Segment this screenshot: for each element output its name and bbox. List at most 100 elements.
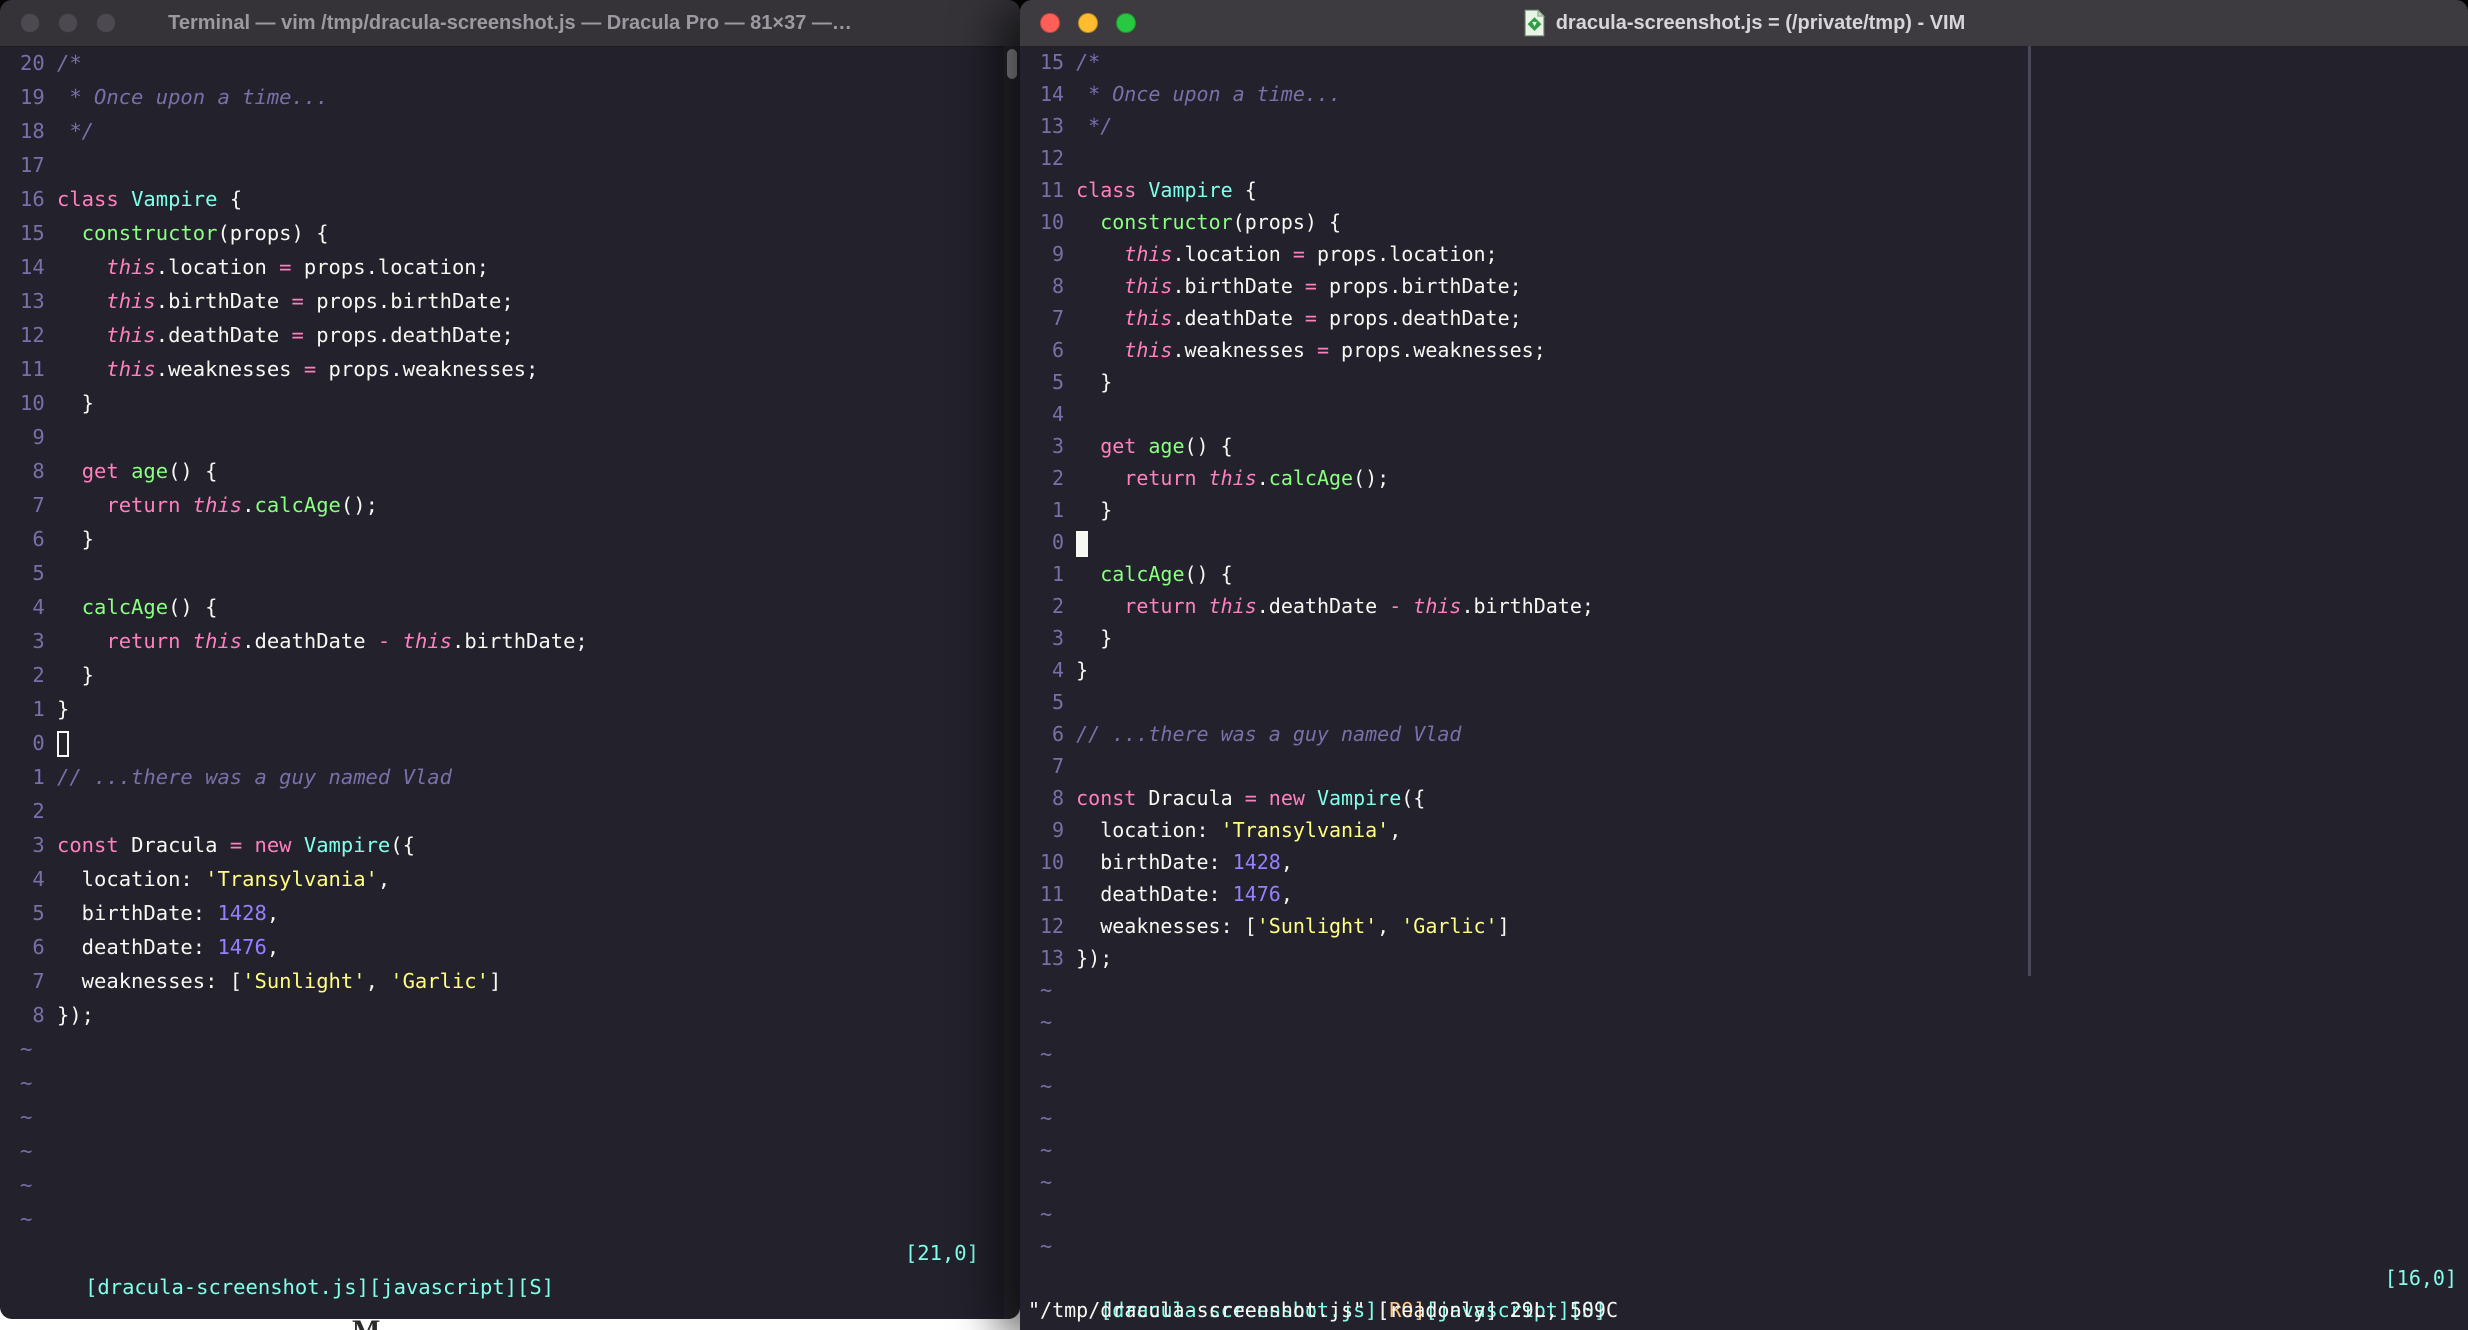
code-line: 6// ...there was a guy named Vlad: [1040, 718, 2468, 750]
window-controls: [20, 13, 116, 33]
tilde-line: ~: [1040, 1106, 1053, 1130]
line-number: 14: [20, 255, 45, 279]
code-line: 0: [20, 726, 1024, 760]
code-line: 14 this.location = props.location;: [20, 250, 1024, 284]
code-line: 17: [20, 148, 1024, 182]
line-number: 7: [32, 493, 45, 517]
line-number: 8: [1052, 786, 1065, 810]
line-number: 5: [1052, 370, 1065, 394]
line-number: 1: [32, 697, 45, 721]
right-vim-window: dracula-screenshot.js = (/private/tmp) -…: [1020, 0, 2468, 1330]
close-button[interactable]: [1040, 13, 1060, 33]
right-command-line: "/tmp/dracula-screenshot.js" [readonly] …: [1028, 1298, 1619, 1322]
code-line: 20/*: [20, 46, 1024, 80]
code-line: 12 this.deathDate = props.deathDate;: [20, 318, 1024, 352]
tilde-line: ~: [20, 1207, 33, 1231]
line-number: 17: [20, 153, 45, 177]
code-line: 9 location: 'Transylvania',: [1040, 814, 2468, 846]
line-number: 10: [1040, 210, 1065, 234]
line-number: 4: [32, 595, 45, 619]
line-number: 11: [1040, 178, 1065, 202]
left-code-area[interactable]: 20/* 19 * Once upon a time... 18 */17 16 cla…: [0, 46, 1024, 1236]
line-number: 9: [1052, 242, 1065, 266]
line-number: 3: [32, 629, 45, 653]
tilde-line: ~: [1040, 1170, 1053, 1194]
code-line: 14 * Once upon a time...: [1040, 78, 2468, 110]
code-line: 3 return this.deathDate - this.birthDate…: [20, 624, 1024, 658]
code-line: 7 return this.calcAge();: [20, 488, 1024, 522]
code-line: 12 weaknesses: ['Sunlight', 'Garlic']: [1040, 910, 2468, 942]
code-line: 16 class Vampire {: [20, 182, 1024, 216]
window-title: Terminal — vim /tmp/dracula-screenshot.j…: [168, 11, 852, 34]
left-statusline: [dracula-screenshot.js][javascript][S] […: [0, 1236, 1020, 1299]
line-number: 14: [1040, 82, 1065, 106]
right-window-titlebar[interactable]: dracula-screenshot.js = (/private/tmp) -…: [1020, 0, 2468, 47]
code-line: 2 }: [20, 658, 1024, 692]
left-window-titlebar[interactable]: Terminal — vim /tmp/dracula-screenshot.j…: [0, 0, 1020, 47]
scrollbar-thumb[interactable]: [1007, 49, 1017, 79]
tilde-line: ~: [20, 1037, 33, 1061]
line-number: 4: [1052, 402, 1065, 426]
code-line: 4 location: 'Transylvania',: [20, 862, 1024, 896]
line-number: 2: [32, 663, 45, 687]
line-number: 15: [1040, 50, 1065, 74]
line-number: 8: [32, 459, 45, 483]
left-scrollbar[interactable]: [1004, 46, 1020, 1319]
code-line: 5: [20, 556, 1024, 590]
tilde-line: ~: [1040, 1234, 1053, 1258]
line-number: 9: [32, 425, 45, 449]
code-line: 15/*: [1040, 46, 2468, 78]
code-line: 6 deathDate: 1476,: [20, 930, 1024, 964]
line-number: 3: [1052, 626, 1065, 650]
line-number: 3: [1052, 434, 1065, 458]
code-line: 1 calcAge() {: [1040, 558, 2468, 590]
code-line: 18 */: [20, 114, 1024, 148]
line-number: 13: [1040, 114, 1065, 138]
code-line: 9 this.location = props.location;: [1040, 238, 2468, 270]
minimize-button[interactable]: [58, 13, 78, 33]
vim-document-icon: [1524, 9, 1545, 37]
tilde-line: ~: [20, 1071, 33, 1095]
code-line: 2 return this.calcAge();: [1040, 462, 2468, 494]
code-line: 7 weaknesses: ['Sunlight', 'Garlic']: [20, 964, 1024, 998]
code-line: 5 birthDate: 1428,: [20, 896, 1024, 930]
line-number: 2: [32, 799, 45, 823]
code-line: 10 birthDate: 1428,: [1040, 846, 2468, 878]
code-line: 3 get age() {: [1040, 430, 2468, 462]
line-number: 5: [32, 561, 45, 585]
code-line: 8});: [20, 998, 1024, 1032]
line-number: 12: [1040, 146, 1065, 170]
close-button[interactable]: [20, 13, 40, 33]
line-number: 19: [20, 85, 45, 109]
tilde-line: ~: [20, 1139, 33, 1163]
line-number: 6: [32, 527, 45, 551]
line-number: 3: [32, 833, 45, 857]
code-line: 13 this.birthDate = props.birthDate;: [20, 284, 1024, 318]
line-number: 8: [32, 1003, 45, 1027]
window-controls: [1040, 13, 1136, 33]
line-number: 1: [1052, 562, 1065, 586]
line-number: 6: [1052, 722, 1065, 746]
code-line: 8 this.birthDate = props.birthDate;: [1040, 270, 2468, 302]
line-number: 7: [32, 969, 45, 993]
tilde-line: ~: [1040, 1138, 1053, 1162]
code-line: 0: [1040, 526, 2468, 558]
line-number: 2: [1052, 466, 1065, 490]
window-title: dracula-screenshot.js = (/private/tmp) -…: [1555, 11, 1966, 34]
zoom-button[interactable]: [1116, 13, 1136, 33]
code-line: 5 }: [1040, 366, 2468, 398]
code-line: 7: [1040, 750, 2468, 782]
code-line: 3 const Dracula = new Vampire({: [20, 828, 1024, 862]
right-code-area[interactable]: 15/* 14 * Once upon a time... 13 */12 11 cla…: [1020, 46, 2468, 1262]
code-line: 4}: [1040, 654, 2468, 686]
left-terminal-window: Terminal — vim /tmp/dracula-screenshot.j…: [0, 0, 1020, 1319]
line-number: 18: [20, 119, 45, 143]
line-number: 5: [1052, 690, 1065, 714]
line-number: 9: [1052, 818, 1065, 842]
code-line: 15 constructor(props) {: [20, 216, 1024, 250]
zoom-button[interactable]: [96, 13, 116, 33]
line-number: 11: [20, 357, 45, 381]
code-line: 11 this.weaknesses = props.weaknesses;: [20, 352, 1024, 386]
line-number: 5: [32, 901, 45, 925]
minimize-button[interactable]: [1078, 13, 1098, 33]
